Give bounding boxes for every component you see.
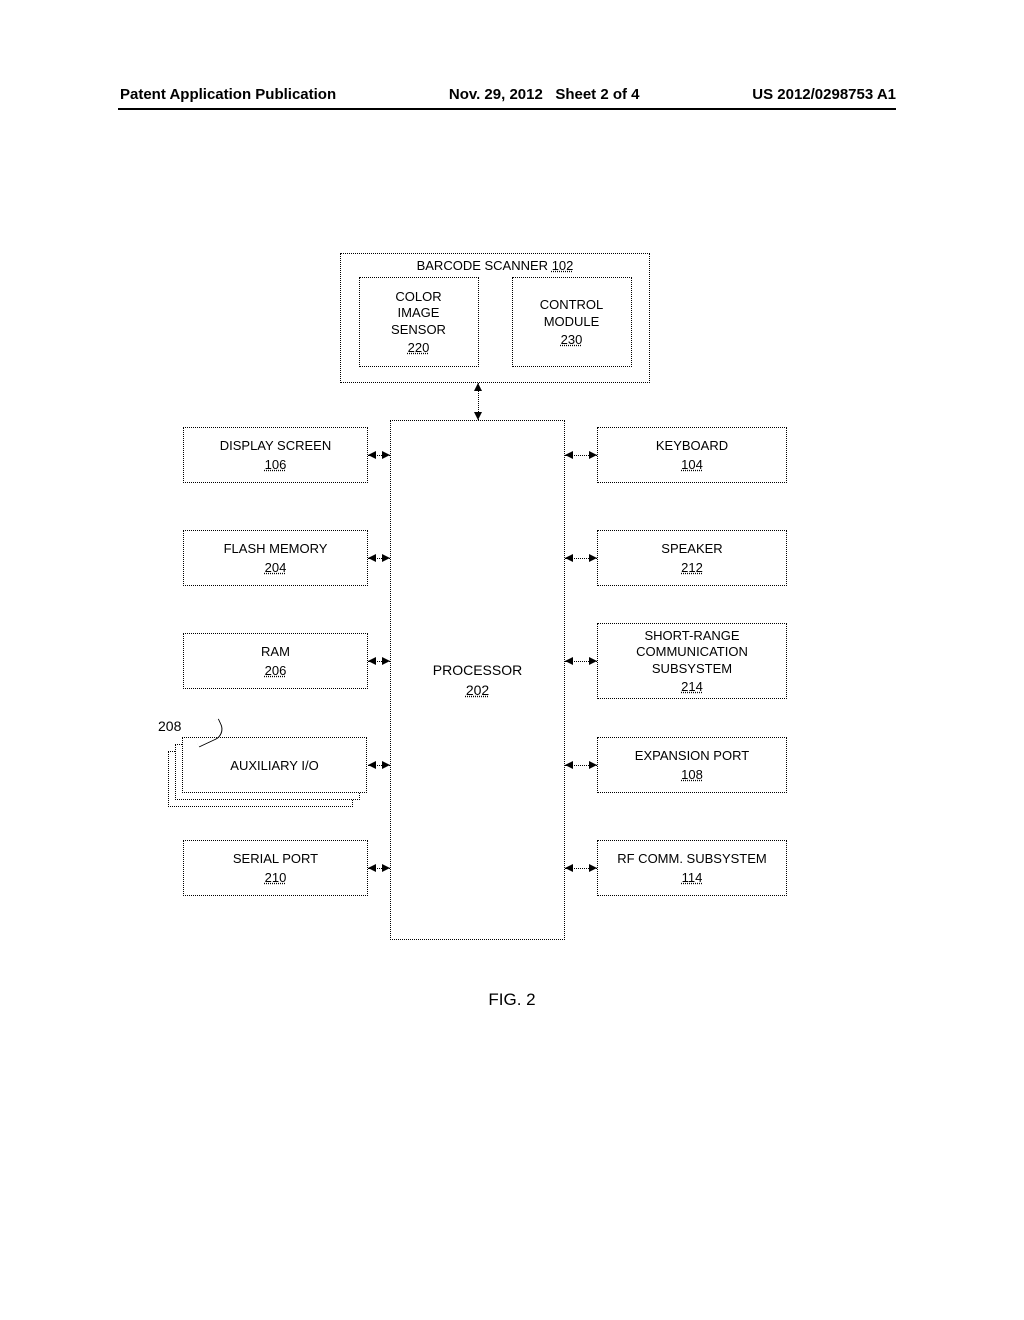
block-diagram: BARCODE SCANNER 102 COLOR IMAGE SENSOR 2… <box>0 0 1024 1320</box>
flash-memory-block: FLASH MEMORY 204 <box>183 530 368 586</box>
expansion-port-block: EXPANSION PORT 108 <box>597 737 787 793</box>
arrowhead-right-icon <box>382 761 390 769</box>
keyboard-block: KEYBOARD 104 <box>597 427 787 483</box>
arrowhead-right-icon <box>382 554 390 562</box>
serial-port-block: SERIAL PORT 210 <box>183 840 368 896</box>
barcode-scanner-title: BARCODE SCANNER 102 <box>349 258 641 273</box>
arrowhead-right-icon <box>589 864 597 872</box>
arrowhead-right-icon <box>382 451 390 459</box>
barcode-scanner-block: BARCODE SCANNER 102 COLOR IMAGE SENSOR 2… <box>340 253 650 383</box>
arrowhead-right-icon <box>589 451 597 459</box>
arrowhead-left-icon <box>368 864 376 872</box>
arrowhead-left-icon <box>368 657 376 665</box>
rf-comm-subsystem-block: RF COMM. SUBSYSTEM 114 <box>597 840 787 896</box>
arrowhead-left-icon <box>565 864 573 872</box>
arrowhead-right-icon <box>382 657 390 665</box>
processor-block: PROCESSOR 202 <box>390 420 565 940</box>
figure-label: FIG. 2 <box>0 990 1024 1010</box>
display-screen-block: DISPLAY SCREEN 106 <box>183 427 368 483</box>
ref-208-callout: 208 <box>158 718 181 734</box>
color-image-sensor-block: COLOR IMAGE SENSOR 220 <box>359 277 479 367</box>
speaker-block: SPEAKER 212 <box>597 530 787 586</box>
arrowhead-left-icon <box>565 761 573 769</box>
arrowhead-left-icon <box>565 554 573 562</box>
arrowhead-down-icon <box>474 412 482 420</box>
arrowhead-left-icon <box>565 657 573 665</box>
ram-block: RAM 206 <box>183 633 368 689</box>
arrowhead-left-icon <box>565 451 573 459</box>
arrowhead-left-icon <box>368 554 376 562</box>
control-module-block: CONTROL MODULE 230 <box>512 277 632 367</box>
arrowhead-right-icon <box>589 554 597 562</box>
arrowhead-left-icon <box>368 451 376 459</box>
short-range-comm-block: SHORT-RANGE COMMUNICATION SUBSYSTEM 214 <box>597 623 787 699</box>
arrowhead-right-icon <box>382 864 390 872</box>
arrowhead-left-icon <box>368 761 376 769</box>
arrowhead-right-icon <box>589 761 597 769</box>
arrowhead-up-icon <box>474 383 482 391</box>
auxiliary-io-block: AUXILIARY I/O <box>168 737 368 807</box>
arrowhead-right-icon <box>589 657 597 665</box>
